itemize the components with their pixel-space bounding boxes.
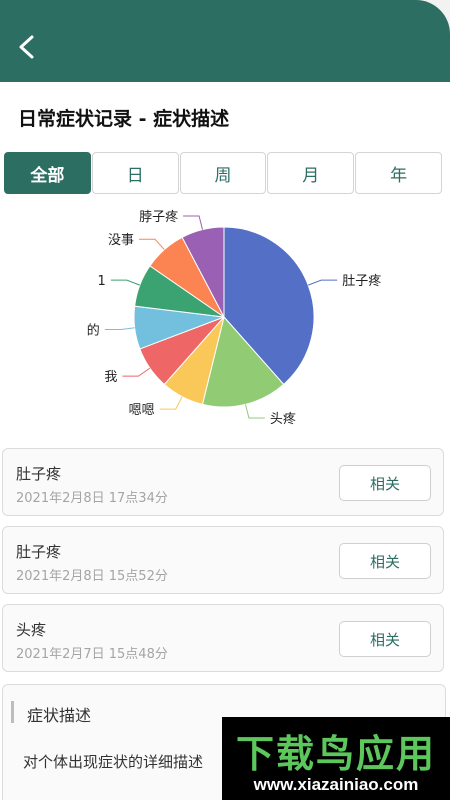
tab-day[interactable]: 日 bbox=[91, 152, 179, 194]
tab-year[interactable]: 年 bbox=[355, 152, 442, 194]
tab-week[interactable]: 周 bbox=[179, 152, 267, 194]
pie-slice-label: 没事 bbox=[108, 233, 134, 248]
tab-all[interactable]: 全部 bbox=[4, 152, 91, 194]
symptom-pie-chart: 肚子疼头疼 嗯嗯 我 的 1 没事 脖子疼 bbox=[0, 200, 450, 445]
description-text: 对个体出现症状的详细描述 bbox=[23, 753, 204, 771]
pie-leader-line bbox=[110, 279, 140, 286]
pie-leader-line bbox=[183, 215, 203, 230]
record-time: 2021年2月7日 15点48分 bbox=[16, 647, 168, 662]
pie-slice-label: 的 bbox=[87, 323, 100, 339]
pie-leader-line bbox=[104, 327, 135, 330]
record-title: 肚子疼 bbox=[16, 465, 62, 483]
record-time: 2021年2月8日 17点34分 bbox=[16, 491, 168, 506]
pie-svg: 肚子疼头疼 嗯嗯 我 的 1 没事脖子疼 bbox=[87, 209, 381, 427]
main-content: 日常症状记录 - 症状描述 全部 日 周 月 年 肚子疼 头疼 嗯嗯我的 1 没事 脖子疼… bbox=[0, 82, 450, 800]
pie-leader-line bbox=[245, 404, 265, 419]
record-list: 肚子疼 2021年2月8日 17点34分 相关 肚子疼 2021年2月8日 15… bbox=[2, 448, 446, 682]
pie-slice-label: 1 bbox=[98, 274, 106, 289]
back-button[interactable] bbox=[12, 32, 42, 62]
description-title: 症状描述 bbox=[27, 706, 92, 725]
pie-leader-line bbox=[139, 238, 165, 250]
pie-slice-label: 我 bbox=[104, 370, 117, 385]
pie-leader-line bbox=[122, 367, 151, 377]
app-header bbox=[0, 0, 450, 82]
record-title: 肚子疼 bbox=[16, 543, 62, 561]
watermark-brand: 下载鸟应用 bbox=[235, 732, 436, 776]
page-title: 日常症状记录 - 症状描述 bbox=[18, 108, 230, 130]
related-button[interactable]: 相关 bbox=[339, 621, 431, 657]
record-time: 2021年2月8日 15点52分 bbox=[16, 569, 168, 584]
pie-slice-label: 头疼 bbox=[270, 412, 296, 427]
pie-leader-line bbox=[159, 396, 183, 410]
related-button[interactable]: 相关 bbox=[339, 465, 431, 501]
record-card: 肚子疼 2021年2月8日 17点34分 相关 bbox=[2, 448, 444, 516]
pie-slice-label: 嗯嗯 bbox=[129, 403, 155, 418]
chevron-left-icon bbox=[19, 35, 34, 59]
pie-leader-line bbox=[308, 279, 338, 286]
record-card: 头疼 2021年2月7日 15点48分 相关 bbox=[2, 604, 444, 672]
period-tabs: 全部 日 周 月 年 bbox=[4, 152, 442, 196]
record-title: 头疼 bbox=[16, 621, 47, 639]
pie-slice-label: 肚子疼 bbox=[342, 274, 381, 289]
pie-slice-label: 脖子疼 bbox=[139, 209, 178, 225]
section-accent-bar bbox=[11, 701, 14, 723]
tab-month[interactable]: 月 bbox=[267, 152, 355, 194]
related-button[interactable]: 相关 bbox=[339, 543, 431, 579]
record-card: 肚子疼 2021年2月8日 15点52分 相关 bbox=[2, 526, 444, 594]
watermark-logo: 下载鸟应用 www.xiazainiao.com bbox=[222, 717, 450, 800]
watermark-url: www.xiazainiao.com bbox=[253, 775, 419, 794]
